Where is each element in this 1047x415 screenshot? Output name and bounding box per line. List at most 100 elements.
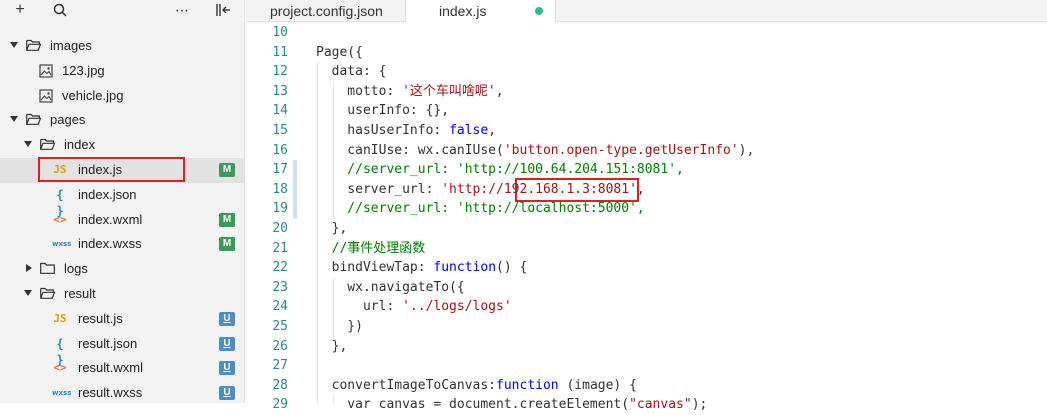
code-text: //server_url: 'http://localhost:5000', [316, 199, 645, 219]
line-number: 27 [272, 358, 288, 374]
tree-item-123-jpg[interactable]: 123.jpg [0, 59, 244, 84]
search-icon[interactable] [52, 0, 68, 20]
code-line: 26 }, [246, 337, 1047, 357]
tree-item-result-json[interactable]: { } result.json U [0, 332, 244, 367]
code-token: 'http://192.168.1.3:8081' [441, 181, 637, 197]
collapse-sidebar-icon[interactable] [214, 0, 232, 20]
code-token: userInfo: {}, [316, 103, 450, 119]
tree-item-result-wxml[interactable]: <> result.wxml U [0, 356, 244, 381]
code-token: '../logs/logs' [402, 299, 512, 315]
code-text: data: { [316, 62, 387, 82]
folder-icon [26, 113, 42, 126]
tree-item-logs[interactable]: logs [0, 257, 244, 282]
line-number: 22 [272, 260, 288, 276]
tree-item-label: result.json [78, 335, 138, 351]
code-line: 11 Page({ [246, 43, 1047, 63]
code-token: motto: [316, 83, 403, 99]
chevron-right-icon[interactable] [26, 264, 32, 273]
chevron-down-icon[interactable] [24, 289, 32, 296]
code-text: convertImageToCanvas:function (image) { [316, 376, 637, 396]
code-token: hasUserInfo: [316, 123, 450, 138]
code-token: }) [316, 319, 363, 334]
tab-project-config[interactable]: project.config.json [246, 0, 406, 22]
code-token: , [495, 83, 504, 99]
code-line: 24 url: '../logs/logs' [246, 297, 1047, 317]
chevron-down-icon[interactable] [10, 116, 18, 123]
code-token: ); [691, 397, 708, 413]
tree-item-pages[interactable]: pages [0, 108, 244, 133]
tree-item-result[interactable]: result [0, 282, 244, 307]
wxml-file-icon: <> [53, 361, 67, 375]
tab-label: index.js [439, 3, 487, 19]
more-icon[interactable]: ⋯ [172, 0, 192, 20]
code-text: url: '../logs/logs' [316, 297, 512, 317]
unsaved-dot-icon [535, 7, 543, 15]
tree-item-label: index.wxss [78, 236, 142, 252]
code-token: , [636, 181, 645, 197]
chevron-down-icon[interactable] [10, 42, 18, 48]
line-number: 15 [272, 123, 288, 138]
code-token: //事件处理函数 [316, 240, 426, 256]
tree-item-label: index [64, 137, 96, 153]
tree-item-index-wxss[interactable]: wxss index.wxss M [0, 232, 244, 257]
tree-item-label: logs [64, 261, 88, 277]
tree-item-label: index.wxml [78, 211, 143, 227]
code-token: convertImageToCanvas: [316, 377, 497, 393]
code-token: Page({ [316, 44, 363, 60]
code-text: hasUserInfo: false, [316, 121, 496, 141]
code-line: 28 convertImageToCanvas:function (image)… [246, 376, 1047, 396]
code-token: }, [316, 221, 348, 236]
line-number: 17 [272, 162, 288, 178]
code-token: url: [316, 299, 403, 315]
code-text: //server_url: 'http://100.64.204.151:808… [316, 160, 684, 180]
code-text: Page({ [316, 43, 363, 63]
tree-item-label: vehicle.jpg [62, 87, 124, 103]
code-line: 27 [246, 356, 1047, 376]
tree-item-label: pages [50, 112, 86, 128]
line-number: 25 [272, 319, 288, 334]
line-number: 29 [272, 397, 288, 413]
code-token: //server_url: 'http://localhost:5000', [316, 201, 645, 217]
code-token: bindViewTap: [316, 260, 434, 276]
code-text: motto: '这个车叫啥呢', [316, 82, 504, 102]
highlight-box-index-js [38, 157, 185, 182]
tree-item-label: result [64, 285, 96, 301]
folder-icon [40, 287, 56, 299]
tab-index-js[interactable]: index.js [406, 0, 556, 22]
code-token: ), [738, 142, 755, 158]
line-number: 21 [272, 240, 288, 256]
json-file-icon: { } [56, 336, 64, 367]
code-line: 12 data: { [246, 62, 1047, 82]
code-token: //server_url: 'http://100.64.204.151:808… [316, 162, 684, 178]
code-line: 16 canIUse: wx.canIUse('button.open-type… [246, 141, 1047, 161]
modified-badge: M [219, 162, 235, 177]
code-token: 'button.open-type.getUserInfo' [503, 142, 739, 158]
code-token: wx.navigateTo({ [316, 279, 465, 295]
line-number: 12 [272, 64, 288, 80]
code-token: () { [496, 260, 528, 276]
tree-item-images[interactable]: images [0, 34, 244, 59]
code-token: (image) { [558, 377, 637, 393]
json-file-icon: { } [56, 187, 64, 218]
folder-icon [26, 39, 42, 51]
tree-item-label: result.js [78, 310, 123, 326]
modified-badge: M [219, 212, 235, 227]
line-number: 23 [272, 279, 288, 295]
code-line: 29 var canvas = document.createElement("… [246, 395, 1047, 415]
tree-item-index-wxml[interactable]: <> index.wxml M [0, 208, 244, 233]
tree-item-index-json[interactable]: { } index.json [0, 183, 244, 218]
tree-item-label: images [50, 38, 92, 53]
wxss-file-icon: wxss [52, 389, 72, 398]
code-editor[interactable]: 10 11 Page({12 data: {13 motto: '这个车叫啥呢', 1… [246, 23, 1047, 412]
tree-item-vehicle-jpg[interactable]: vehicle.jpg [0, 84, 244, 109]
add-file-icon[interactable]: + [12, 0, 28, 20]
code-text: //事件处理函数 [316, 239, 426, 259]
tree-item-result-wxss[interactable]: wxss result.wxss U [0, 381, 244, 403]
chevron-down-icon[interactable] [24, 141, 32, 148]
tree-item-index[interactable]: index [0, 133, 244, 158]
image-file-icon [38, 88, 54, 105]
line-number: 20 [272, 221, 288, 236]
code-line: 23 wx.navigateTo({ [246, 278, 1047, 298]
code-text: wx.navigateTo({ [316, 278, 465, 298]
tree-item-result-js[interactable]: JS result.js U [0, 307, 244, 332]
